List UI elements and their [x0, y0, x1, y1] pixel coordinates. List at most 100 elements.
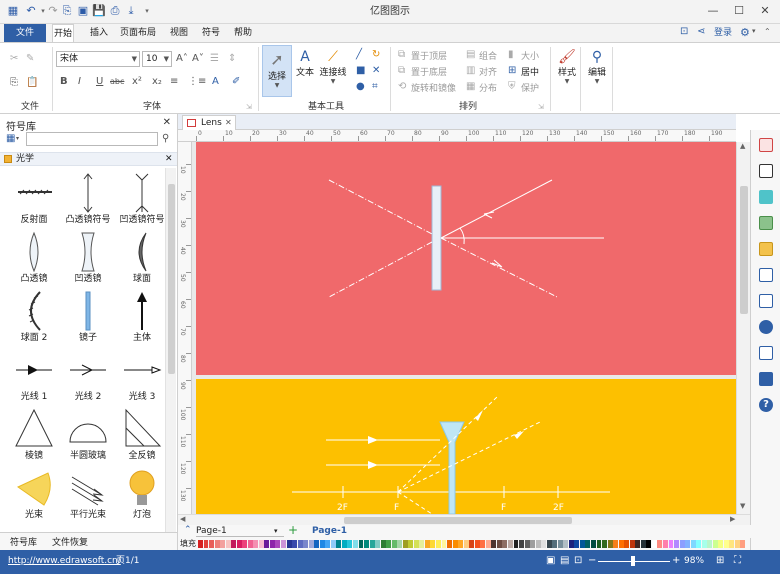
color-swatch[interactable] — [269, 540, 275, 548]
collapse-ribbon-icon[interactable]: ⌃ — [764, 27, 771, 36]
library-search-icon[interactable]: ⚲ — [162, 133, 169, 145]
font-dialog-launcher-icon[interactable]: ⇲ — [246, 101, 252, 113]
menu-file[interactable]: 文件 — [4, 24, 46, 42]
color-swatch[interactable] — [723, 540, 729, 548]
library-scrollbar[interactable] — [165, 168, 176, 532]
color-swatch[interactable] — [557, 540, 563, 548]
color-swatch[interactable] — [419, 540, 425, 548]
color-swatch[interactable] — [214, 540, 220, 548]
settings-dropdown-icon[interactable]: ▾ — [752, 27, 756, 35]
vertical-scrollbar-thumb[interactable] — [740, 186, 748, 314]
library-scrollbar-thumb[interactable] — [168, 184, 175, 374]
color-swatch[interactable] — [447, 540, 453, 548]
highlight-icon[interactable]: ✐ — [232, 76, 240, 88]
color-swatch[interactable] — [314, 540, 320, 548]
color-swatch[interactable] — [352, 540, 358, 548]
color-swatch[interactable] — [397, 540, 403, 548]
select-tool-button[interactable]: ➚ 选择 ▼ — [262, 45, 292, 97]
paste-icon[interactable]: 📋 — [26, 77, 38, 89]
color-swatch[interactable] — [231, 540, 237, 548]
color-swatch[interactable] — [535, 540, 541, 548]
tab-view[interactable]: 视图 — [168, 24, 190, 42]
page-tab-1[interactable]: Page-1 — [312, 525, 347, 537]
align-button[interactable]: 对齐 — [479, 65, 497, 78]
color-swatch[interactable] — [674, 540, 679, 548]
color-swatch[interactable] — [275, 540, 281, 548]
lens-diagram[interactable]: 2F F F 2F — [192, 142, 736, 514]
color-swatch[interactable] — [740, 540, 746, 548]
color-swatch[interactable] — [624, 540, 630, 548]
color-swatch[interactable] — [524, 540, 530, 548]
color-swatch[interactable] — [247, 540, 253, 548]
ellipse-tool-icon[interactable]: ● — [356, 81, 365, 93]
color-swatch[interactable] — [729, 540, 735, 548]
subscript-icon[interactable]: x₂ — [152, 76, 162, 88]
tab-help[interactable]: 帮助 — [232, 24, 254, 42]
color-swatch[interactable] — [198, 540, 203, 548]
underline-button[interactable]: U — [96, 76, 103, 88]
list-icon[interactable]: ☰ — [210, 53, 219, 65]
color-swatch[interactable] — [341, 540, 347, 548]
shadow-icon[interactable] — [759, 190, 773, 204]
website-link[interactable]: http://www.edrawsoft.cn/ — [8, 550, 121, 572]
color-swatch[interactable] — [319, 540, 325, 548]
view-page-icon[interactable]: ▤ — [560, 550, 569, 572]
text-tool-button[interactable]: A 文本 — [294, 45, 316, 97]
symbol-light-bulb[interactable]: 灯泡 — [116, 463, 168, 521]
full-screen-icon[interactable]: ⛶ — [734, 550, 741, 572]
color-swatch[interactable] — [485, 540, 491, 548]
color-swatch[interactable] — [336, 540, 342, 548]
layers-icon[interactable] — [759, 242, 773, 256]
color-swatch[interactable] — [330, 540, 336, 548]
drawing-canvas[interactable]: 2F F F 2F — [192, 142, 736, 514]
line-style-icon[interactable] — [759, 164, 773, 178]
size-button[interactable]: 大小 — [521, 49, 539, 62]
color-swatch[interactable] — [718, 540, 724, 548]
color-swatch[interactable] — [701, 540, 707, 548]
send-back-button[interactable]: 置于底层 — [411, 65, 447, 78]
color-swatch[interactable] — [225, 540, 231, 548]
view-normal-icon[interactable]: ▣ — [546, 550, 555, 572]
add-page-icon[interactable]: + — [288, 523, 298, 537]
help-icon[interactable]: ? — [759, 398, 773, 412]
color-swatch[interactable] — [734, 540, 740, 548]
color-swatch[interactable] — [325, 540, 331, 548]
page-selector[interactable]: Page-1 ▾ — [196, 525, 284, 537]
bullets-icon[interactable]: ⋮≡ — [188, 76, 206, 88]
canvas-vertical-scrollbar[interactable]: ▲ ▼ — [736, 142, 750, 514]
zoom-out-icon[interactable]: − — [588, 550, 596, 572]
cross-tool-icon[interactable]: ✕ — [372, 65, 380, 77]
grow-font-icon[interactable]: A˄ — [176, 53, 188, 65]
color-swatch[interactable] — [264, 540, 270, 548]
italic-button[interactable]: I — [78, 76, 81, 88]
arrange-dialog-launcher-icon[interactable]: ⇲ — [538, 101, 544, 113]
text-direction-icon[interactable]: ⇕ — [228, 53, 236, 65]
tab-file-recovery[interactable]: 文件恢复 — [52, 535, 88, 548]
color-swatch[interactable] — [242, 540, 248, 548]
protect-button[interactable]: 保护 — [521, 81, 539, 94]
color-swatch[interactable] — [286, 540, 292, 548]
color-swatch[interactable] — [707, 540, 713, 548]
top-panel[interactable] — [196, 142, 736, 375]
rotate-mirror-button[interactable]: 旋转和镜像 — [411, 81, 456, 94]
color-swatch[interactable] — [452, 540, 458, 548]
zoom-slider-thumb[interactable] — [631, 556, 635, 566]
tab-insert[interactable]: 插入 — [88, 24, 110, 42]
color-swatch[interactable] — [657, 540, 663, 548]
feedback-icon[interactable]: ⊡ — [680, 26, 688, 37]
tab-symbols[interactable]: 符号 — [200, 24, 222, 42]
symbol-mirror[interactable]: 镜子 — [62, 286, 114, 344]
tab-home[interactable]: 开始 — [52, 24, 74, 42]
library-close-icon[interactable]: ✕ — [163, 117, 171, 128]
color-swatch[interactable] — [203, 540, 209, 548]
fit-page-icon[interactable]: ⊡ — [574, 550, 582, 572]
color-swatch[interactable] — [696, 540, 702, 548]
color-swatch[interactable] — [364, 540, 369, 548]
tab-symbol-library[interactable]: 符号库 — [10, 535, 37, 548]
color-swatch[interactable] — [519, 540, 524, 548]
color-swatch[interactable] — [281, 540, 286, 548]
color-swatch[interactable] — [679, 540, 685, 548]
image-icon[interactable] — [759, 216, 773, 230]
category-close-icon[interactable]: ✕ — [165, 153, 173, 166]
color-swatch[interactable] — [292, 540, 298, 548]
